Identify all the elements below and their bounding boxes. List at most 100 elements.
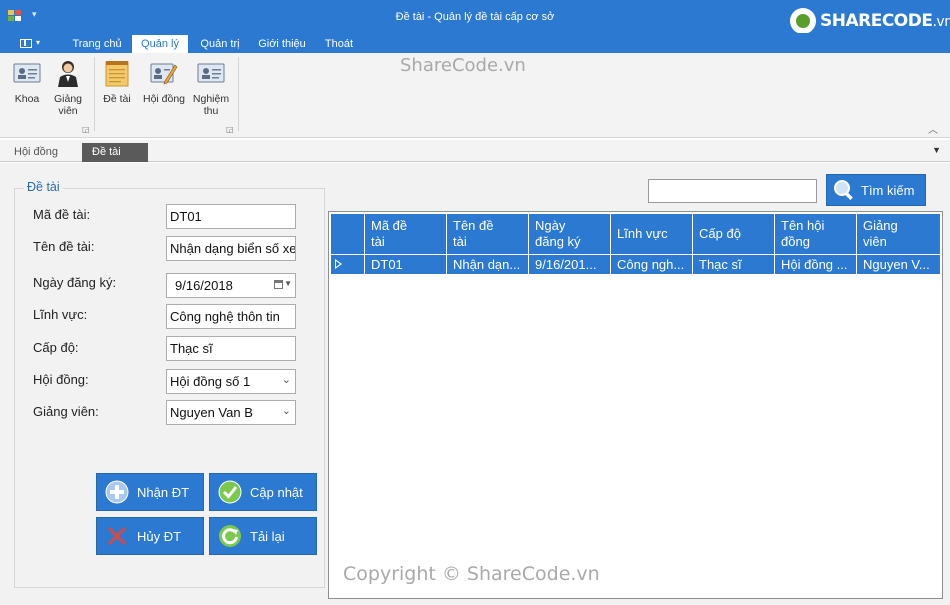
plus-icon xyxy=(105,480,129,504)
tab-quan-ly[interactable]: Quản lý xyxy=(132,35,188,53)
hoi-dong-value: Hội đồng số 1 xyxy=(170,374,251,389)
sharecode-logo: SHARECODE.vn xyxy=(790,8,950,34)
collapse-ribbon-icon[interactable]: ︿ xyxy=(928,121,938,136)
tai-lai-button[interactable]: Tải lại xyxy=(209,517,317,555)
title-bar: ▾ Đề tài - Quản lý đề tài cấp cơ sở SHAR… xyxy=(0,0,950,34)
label-ma-de-tai: Mã đề tài: xyxy=(33,207,91,222)
tab-quan-tri[interactable]: Quản trị xyxy=(192,35,248,53)
ribbon-button-khoa[interactable]: Khoa xyxy=(8,59,46,105)
ribbon-label-khoa: Khoa xyxy=(14,93,40,105)
ribbon-group-divider xyxy=(94,57,95,131)
logo-text: SHARECODE xyxy=(820,11,933,31)
cell-ten-hoi-dong[interactable]: Hội đồng ... xyxy=(775,255,857,274)
table-row[interactable]: DT01 Nhận dạn... 9/16/201... Công ngh...… xyxy=(331,254,940,274)
cell-ma-de-tai[interactable]: DT01 xyxy=(365,255,447,274)
ngay-dang-ky-value: 9/16/2018 xyxy=(175,278,233,293)
ribbon-panel: Khoa Giảng viên ◲ Đề tài Hội đồng Nghiệm… xyxy=(0,53,950,138)
column-header-ten-de-tai[interactable]: Tên đề tài xyxy=(447,214,529,254)
calendar-icon[interactable] xyxy=(274,280,283,289)
search-icon xyxy=(834,180,853,201)
tim-kiem-button[interactable]: Tìm kiếm xyxy=(826,174,926,206)
chevron-down-icon[interactable]: ▼ xyxy=(284,279,292,288)
doc-tab-de-tai[interactable]: Đề tài✕ xyxy=(82,143,148,178)
linh-vuc-input[interactable]: Công nghệ thôn tin xyxy=(166,304,296,329)
application-menu-button[interactable]: ▾ xyxy=(10,35,48,53)
header-indicator-cell xyxy=(331,214,365,254)
chevron-down-icon[interactable]: ⌄ xyxy=(282,373,291,386)
search-input[interactable] xyxy=(648,179,817,203)
hoi-dong-select[interactable]: Hội đồng số 1 ⌄ xyxy=(166,369,296,394)
id-card-icon xyxy=(197,63,225,83)
giang-vien-value: Nguyen Van B xyxy=(170,405,253,420)
ribbon-label-giang: Giảng xyxy=(53,93,83,105)
chevron-down-icon[interactable]: ⌄ xyxy=(282,404,291,417)
label-linh-vuc: Lĩnh vực: xyxy=(33,307,88,322)
label-ngay-dang-ky: Ngày đăng ký: xyxy=(33,275,117,290)
huy-dt-button[interactable]: Hủy ĐT xyxy=(96,517,204,555)
watermark-bottom: Copyright © ShareCode.vn xyxy=(343,563,600,585)
ribbon-button-nghiem-thu[interactable]: Nghiệm thu xyxy=(190,59,232,117)
cell-linh-vuc[interactable]: Công ngh... xyxy=(611,255,693,274)
cancel-x-icon xyxy=(108,527,126,545)
de-tai-grid[interactable]: Mã đề tài Tên đề tài Ngày đăng ký Lĩnh vực … xyxy=(328,211,943,599)
group-launcher-icon[interactable]: ◲ xyxy=(226,125,234,134)
watermark-top: ShareCode.vn xyxy=(400,55,526,76)
huy-dt-label: Hủy ĐT xyxy=(137,528,182,544)
column-header-cap-do[interactable]: Cấp độ xyxy=(693,214,775,254)
grid-header: Mã đề tài Tên đề tài Ngày đăng ký Lĩnh vực … xyxy=(331,214,940,254)
row-selector-icon xyxy=(335,259,342,269)
ten-de-tai-input[interactable]: Nhận dạng biển số xe xyxy=(166,236,296,261)
nhan-dt-button[interactable]: Nhận ĐT xyxy=(96,473,204,511)
tim-kiem-label: Tìm kiếm xyxy=(861,182,915,198)
nhan-dt-label: Nhận ĐT xyxy=(137,484,190,500)
label-giang-vien: Giảng viên: xyxy=(33,404,99,419)
label-hoi-dong: Hội đồng: xyxy=(33,372,89,387)
edit-card-icon xyxy=(150,63,178,85)
column-header-ngay-dang-ky[interactable]: Ngày đăng ký xyxy=(529,214,611,254)
ribbon-label-hoi-dong: Hội đồng xyxy=(142,93,186,105)
ngay-dang-ky-datepicker[interactable]: 9/16/2018 ▼ xyxy=(166,273,296,298)
ribbon-button-hoi-dong[interactable]: Hội đồng xyxy=(140,59,188,105)
tab-thoat[interactable]: Thoát xyxy=(316,35,362,53)
notepad-icon xyxy=(105,61,129,87)
label-ten-de-tai: Tên đề tài: xyxy=(33,239,95,254)
logo-suffix: .vn xyxy=(932,14,950,30)
giang-vien-select[interactable]: Nguyen Van B ⌄ xyxy=(166,400,296,425)
groupbox-title: Đề tài xyxy=(24,180,63,194)
column-header-giang-vien[interactable]: Giảng viên xyxy=(857,214,940,254)
tai-lai-label: Tải lại xyxy=(250,528,285,544)
ribbon-label-thu: thu xyxy=(203,105,219,117)
cap-nhat-button[interactable]: Cập nhật xyxy=(209,473,317,511)
cell-giang-vien[interactable]: Nguyen V... xyxy=(857,255,940,274)
ribbon-label-de-tai: Đề tài xyxy=(103,93,131,105)
ribbon-button-de-tai[interactable]: Đề tài xyxy=(100,59,134,105)
row-indicator-cell[interactable] xyxy=(331,255,365,274)
ma-de-tai-input[interactable]: DT01 xyxy=(166,204,296,229)
refresh-icon xyxy=(219,525,241,547)
cap-do-input[interactable]: Thạc sĩ xyxy=(166,336,296,361)
ribbon-group-divider xyxy=(238,57,239,131)
ribbon-tab-bar: ▾ Trang chủ Quản lý Quản trị Giới thiệu … xyxy=(0,33,950,53)
group-launcher-icon[interactable]: ◲ xyxy=(82,125,90,134)
doc-tab-label: Đề tài xyxy=(92,146,121,158)
lecturer-icon xyxy=(58,61,78,87)
department-icon xyxy=(13,63,41,83)
column-header-ma-de-tai[interactable]: Mã đề tài xyxy=(365,214,447,254)
ribbon-label-nghiem: Nghiệm xyxy=(192,93,230,105)
document-tab-bar: Hội đồng Đề tài✕ ▼ xyxy=(0,140,950,178)
chevron-down-icon: ▾ xyxy=(36,38,41,47)
logo-icon xyxy=(790,8,816,34)
label-cap-do: Cấp độ: xyxy=(33,340,79,355)
cap-nhat-label: Cập nhật xyxy=(250,484,303,500)
ribbon-button-giang-vien[interactable]: Giảng viên xyxy=(50,59,86,117)
check-icon xyxy=(218,480,242,504)
column-header-linh-vuc[interactable]: Lĩnh vực xyxy=(611,214,693,254)
tab-gioi-thieu[interactable]: Giới thiệu xyxy=(252,35,312,53)
doc-tab-hoi-dong[interactable]: Hội đồng xyxy=(14,143,58,162)
column-header-ten-hoi-dong[interactable]: Tên hội đồng xyxy=(775,214,857,254)
tab-list-dropdown-icon[interactable]: ▼ xyxy=(932,145,941,155)
tab-trang-chu[interactable]: Trang chủ xyxy=(66,35,128,53)
cell-ngay-dang-ky[interactable]: 9/16/201... xyxy=(529,255,611,274)
cell-cap-do[interactable]: Thạc sĩ xyxy=(693,255,775,274)
cell-ten-de-tai[interactable]: Nhận dạn... xyxy=(447,255,529,274)
